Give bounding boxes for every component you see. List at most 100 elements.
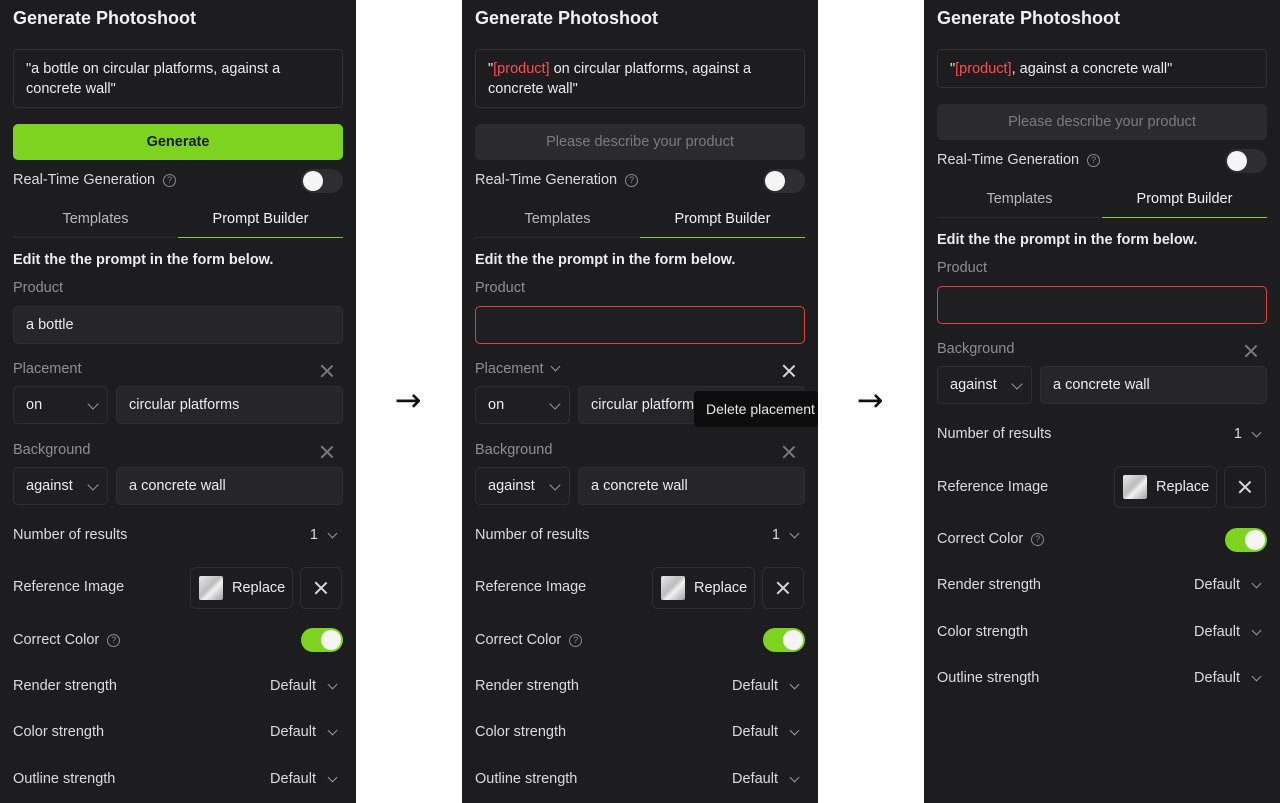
realtime-label-text: Real-Time Generation xyxy=(937,152,1080,168)
prompt-line-2: concrete wall" xyxy=(26,81,116,97)
delete-placement-icon[interactable] xyxy=(782,364,796,378)
color-strength-value[interactable]: Default xyxy=(692,724,778,740)
placement-preposition-select[interactable]: on xyxy=(13,386,108,424)
correct-color-toggle[interactable] xyxy=(763,628,805,652)
realtime-toggle[interactable] xyxy=(301,169,343,193)
tab-prompt-builder[interactable]: Prompt Builder xyxy=(178,208,343,238)
chevron-down-icon[interactable] xyxy=(327,679,338,690)
generate-button[interactable]: Please describe your product xyxy=(937,104,1267,140)
tab-prompt-builder[interactable]: Prompt Builder xyxy=(640,208,805,238)
background-preposition-select[interactable]: against xyxy=(475,467,570,505)
prompt-missing-token: [product] xyxy=(493,61,550,77)
chevron-down-icon xyxy=(549,479,561,491)
results-value[interactable]: 1 xyxy=(1224,426,1242,442)
render-strength-label: Render strength xyxy=(475,678,579,694)
outline-strength-label: Outline strength xyxy=(13,771,116,787)
product-input[interactable] xyxy=(475,306,805,344)
correct-color-toggle[interactable] xyxy=(1225,528,1267,552)
chevron-down-icon xyxy=(87,398,99,410)
toggle-knob xyxy=(783,630,803,650)
help-icon[interactable]: ? xyxy=(1031,533,1045,546)
page-title: Generate Photoshoot xyxy=(937,8,1121,28)
prompt-preview: "[product] on circular platforms, agains… xyxy=(475,49,805,108)
background-input[interactable]: a concrete wall xyxy=(578,467,805,505)
background-preposition-select[interactable]: against xyxy=(13,467,108,505)
render-strength-value[interactable]: Default xyxy=(1154,577,1240,593)
help-icon[interactable]: ? xyxy=(1087,154,1101,167)
tab-templates[interactable]: Templates xyxy=(937,188,1102,218)
chevron-down-icon[interactable] xyxy=(327,772,338,783)
render-strength-value[interactable]: Default xyxy=(692,678,778,694)
delete-background-icon[interactable] xyxy=(320,445,334,459)
results-value[interactable]: 1 xyxy=(762,527,780,543)
toggle-knob xyxy=(1245,530,1265,550)
chevron-down-icon[interactable] xyxy=(1251,578,1262,589)
results-label: Number of results xyxy=(13,527,128,543)
correct-color-toggle[interactable] xyxy=(301,628,343,652)
correct-color-label: Correct Color? xyxy=(937,531,1045,547)
product-input[interactable] xyxy=(937,286,1267,324)
chevron-down-icon[interactable] xyxy=(1251,625,1262,636)
background-preposition-value: against xyxy=(488,478,535,494)
reference-thumbnail xyxy=(1123,475,1147,499)
close-icon xyxy=(776,581,790,595)
chevron-down-icon[interactable] xyxy=(789,679,800,690)
remove-image-button[interactable] xyxy=(762,567,804,609)
background-label: Background xyxy=(937,341,1015,357)
remove-image-button[interactable] xyxy=(300,567,342,609)
tab-prompt-builder[interactable]: Prompt Builder xyxy=(1102,188,1267,218)
color-strength-value[interactable]: Default xyxy=(230,724,316,740)
placement-input[interactable]: circular platforms xyxy=(116,386,343,424)
help-icon[interactable]: ? xyxy=(107,634,121,647)
product-label: Product xyxy=(937,260,987,276)
tab-templates[interactable]: Templates xyxy=(13,208,178,238)
realtime-toggle[interactable] xyxy=(763,169,805,193)
prompt-rest: , against a concrete wall" xyxy=(1011,61,1173,77)
background-preposition-select[interactable]: against xyxy=(937,366,1032,404)
replace-image-button[interactable]: Replace xyxy=(652,567,755,609)
realtime-label: Real-Time Generation? xyxy=(475,172,639,188)
chevron-down-icon[interactable] xyxy=(789,528,800,539)
outline-strength-value[interactable]: Default xyxy=(230,771,316,787)
chevron-down-icon xyxy=(549,398,561,410)
background-input[interactable]: a concrete wall xyxy=(116,467,343,505)
outline-strength-value[interactable]: Default xyxy=(692,771,778,787)
delete-placement-icon[interactable] xyxy=(320,364,334,378)
chevron-down-icon[interactable] xyxy=(327,528,338,539)
product-input[interactable]: a bottle xyxy=(13,306,343,344)
background-preposition-value: against xyxy=(950,377,997,393)
background-label: Background xyxy=(475,442,553,458)
chevron-down-icon[interactable] xyxy=(789,772,800,783)
generate-button[interactable]: Generate xyxy=(13,124,343,160)
placement-preposition-select[interactable]: on xyxy=(475,386,570,424)
render-strength-label: Render strength xyxy=(13,678,117,694)
delete-background-icon[interactable] xyxy=(782,445,796,459)
placement-label-text: Placement xyxy=(475,361,544,377)
generate-button[interactable]: Please describe your product xyxy=(475,124,805,160)
close-icon xyxy=(314,581,328,595)
chevron-down-icon[interactable] xyxy=(789,725,800,736)
replace-image-button[interactable]: Replace xyxy=(1114,466,1217,508)
arrow-right-icon: → xyxy=(856,381,884,419)
color-strength-value[interactable]: Default xyxy=(1154,624,1240,640)
delete-background-icon[interactable] xyxy=(1244,344,1258,358)
outline-strength-label: Outline strength xyxy=(475,771,578,787)
placement-preposition-value: on xyxy=(488,397,505,413)
background-preposition-value: against xyxy=(26,478,73,494)
prompt-missing-token: [product] xyxy=(955,61,1012,77)
outline-strength-value[interactable]: Default xyxy=(1154,670,1240,686)
background-input[interactable]: a concrete wall xyxy=(1040,366,1267,404)
placement-label: Placement xyxy=(13,361,82,377)
help-icon[interactable]: ? xyxy=(569,634,583,647)
realtime-toggle[interactable] xyxy=(1225,149,1267,173)
chevron-down-icon[interactable] xyxy=(1251,427,1262,438)
replace-image-button[interactable]: Replace xyxy=(190,567,293,609)
help-icon[interactable]: ? xyxy=(625,174,639,187)
help-icon[interactable]: ? xyxy=(163,174,177,187)
remove-image-button[interactable] xyxy=(1224,466,1266,508)
results-value[interactable]: 1 xyxy=(300,527,318,543)
chevron-down-icon[interactable] xyxy=(327,725,338,736)
chevron-down-icon[interactable] xyxy=(1251,671,1262,682)
render-strength-value[interactable]: Default xyxy=(230,678,316,694)
tab-templates[interactable]: Templates xyxy=(475,208,640,238)
